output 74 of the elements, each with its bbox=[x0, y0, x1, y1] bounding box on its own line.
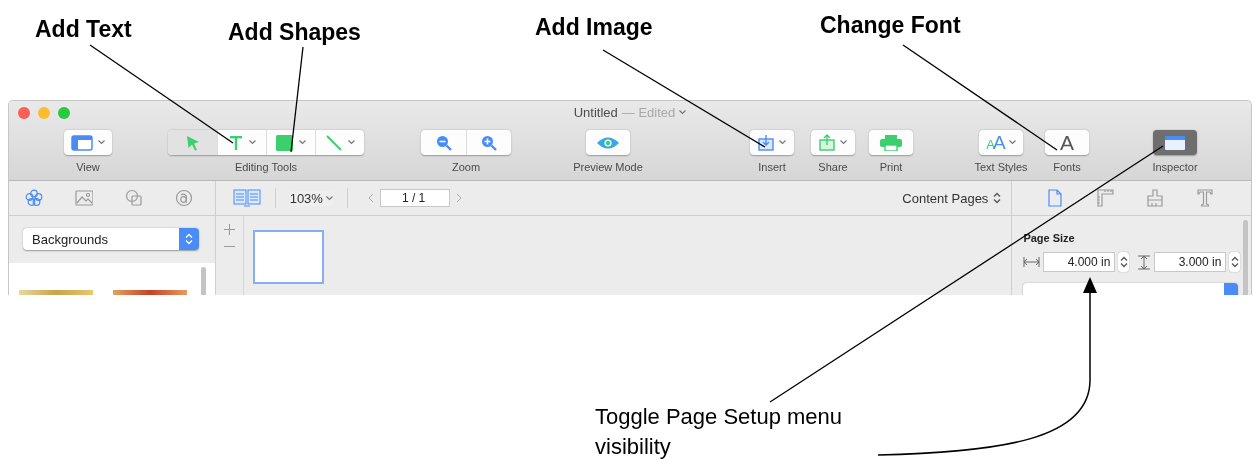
toolbar-label: Text Styles bbox=[974, 161, 1028, 173]
chevron-down-icon bbox=[840, 140, 847, 145]
print-button[interactable] bbox=[869, 130, 913, 155]
share-button[interactable] bbox=[811, 130, 855, 155]
brush-icon[interactable] bbox=[1146, 189, 1165, 207]
flower-icon[interactable] bbox=[25, 189, 43, 207]
height-stepper[interactable] bbox=[1229, 252, 1241, 272]
ruler-icon[interactable] bbox=[1096, 189, 1115, 207]
chevron-down-icon bbox=[679, 110, 687, 115]
next-page-icon[interactable] bbox=[455, 193, 462, 203]
text-format-icon[interactable] bbox=[1196, 189, 1215, 207]
toolbar-label: Preview Mode bbox=[573, 161, 643, 173]
page-thumbnail[interactable] bbox=[252, 230, 324, 284]
chevron-down-icon bbox=[325, 195, 333, 201]
preview-button[interactable] bbox=[586, 130, 630, 155]
page-number-field[interactable]: 1 / 1 bbox=[379, 189, 450, 207]
text-tool-icon bbox=[228, 134, 243, 151]
scroll-bar[interactable] bbox=[200, 267, 206, 295]
eye-icon bbox=[596, 135, 620, 150]
stepper-arrows-icon bbox=[1119, 256, 1128, 268]
section-heading: Page Size bbox=[1023, 232, 1076, 244]
toolbar-label: Zoom bbox=[451, 161, 481, 173]
width-stepper[interactable] bbox=[1118, 252, 1130, 272]
chevron-down-icon bbox=[248, 140, 256, 145]
page-icon[interactable] bbox=[1046, 189, 1065, 207]
page-set-menu[interactable]: Content Pages bbox=[902, 190, 1002, 206]
stepper-arrows-icon bbox=[993, 192, 1002, 204]
height-icon bbox=[1137, 254, 1152, 270]
previous-page-icon[interactable] bbox=[367, 193, 374, 203]
scroll-bar[interactable] bbox=[1243, 220, 1248, 295]
pointer-arrow-icon bbox=[185, 134, 200, 151]
view-button[interactable] bbox=[64, 130, 112, 155]
toolbar-label: Fonts bbox=[1053, 161, 1081, 173]
close-window-icon[interactable] bbox=[18, 107, 30, 119]
line-tool-icon bbox=[325, 134, 342, 151]
chevron-down-icon bbox=[98, 140, 105, 145]
square-icon bbox=[276, 134, 293, 151]
insert-button[interactable] bbox=[750, 130, 794, 155]
minimize-window-icon[interactable] bbox=[38, 107, 50, 119]
chevron-down-icon bbox=[347, 140, 355, 145]
toolbar-label: Editing Tools bbox=[234, 161, 298, 173]
book-icon[interactable] bbox=[232, 189, 261, 207]
chevron-down-icon bbox=[779, 140, 786, 145]
toolbar-label: View bbox=[76, 161, 100, 173]
category-popup[interactable]: Backgrounds bbox=[23, 228, 199, 250]
toolbar-label: Print bbox=[879, 161, 903, 173]
picture-icon[interactable] bbox=[75, 189, 93, 207]
toolbar-label: Inspector bbox=[1152, 161, 1198, 173]
shapes-icon[interactable] bbox=[125, 189, 143, 207]
zoom-window-icon[interactable] bbox=[58, 107, 70, 119]
window-title: Untitled bbox=[573, 105, 618, 120]
chevron-down-icon bbox=[299, 140, 306, 145]
printer-icon bbox=[880, 134, 902, 151]
width-icon bbox=[1023, 256, 1041, 268]
zoom-in-icon bbox=[481, 134, 497, 151]
zoom-out-icon bbox=[435, 134, 452, 151]
panel-icon bbox=[1164, 134, 1186, 151]
fonts-button[interactable]: A bbox=[1045, 130, 1089, 155]
window-layout-icon bbox=[71, 134, 93, 151]
insert-box-icon bbox=[758, 134, 774, 151]
text-styles-glyph: AA bbox=[986, 131, 1004, 154]
chevron-down-icon bbox=[1008, 140, 1016, 145]
document-status: — Edited bbox=[621, 105, 676, 120]
height-field[interactable]: 3.000 in bbox=[1154, 252, 1227, 272]
toolbar-label: Share bbox=[818, 161, 848, 173]
symbol-icon[interactable] bbox=[175, 189, 193, 207]
plus-icon[interactable] bbox=[223, 224, 235, 235]
stepper-arrows-icon bbox=[1230, 256, 1239, 268]
inspector-button[interactable] bbox=[1153, 130, 1197, 155]
width-field[interactable]: 4.000 in bbox=[1043, 252, 1116, 272]
callout-label: Toggle Page Setup menu visibility bbox=[595, 403, 844, 461]
share-icon bbox=[819, 134, 835, 151]
toolbar-label: Insert bbox=[758, 161, 786, 173]
stepper-arrows-icon bbox=[185, 233, 193, 245]
